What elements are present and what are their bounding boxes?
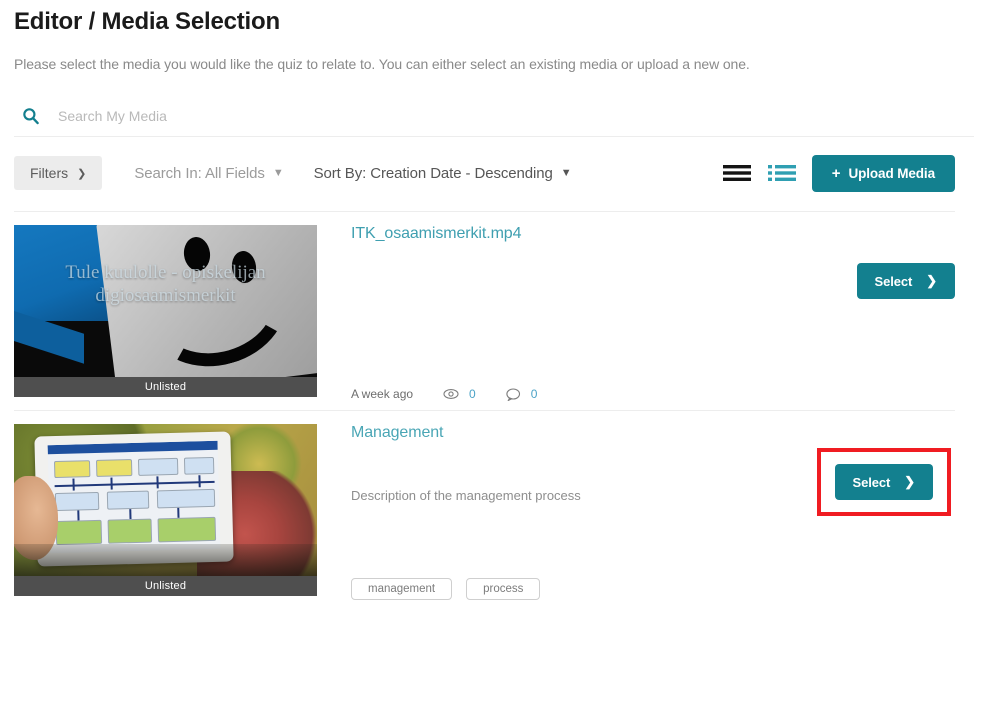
filters-label: Filters	[30, 165, 69, 181]
media-details: ITK_osaamismerkit.mp4 A week ago 0 0 Sel…	[317, 225, 955, 401]
media-selection-page: Editor / Media Selection Please select t…	[0, 0, 988, 713]
media-list: Tule kuulolle - opiskelijan digiosaamism…	[14, 211, 974, 609]
plus-icon: +	[831, 164, 841, 182]
views-stat: 0	[443, 387, 476, 401]
upload-media-label: Upload Media	[848, 165, 935, 181]
search-in-label: Search In: All Fields	[134, 164, 265, 182]
comments-count: 0	[530, 387, 538, 401]
table-view-icon[interactable]	[722, 163, 751, 183]
media-title[interactable]: ITK_osaamismerkit.mp4	[351, 225, 955, 243]
select-button-container: Select ❯	[856, 263, 955, 299]
views-count: 0	[469, 387, 476, 401]
media-meta: A week ago 0 0	[351, 387, 537, 401]
filter-bar-actions: + Upload Media	[722, 152, 955, 194]
sort-by-dropdown[interactable]: Sort By: Creation Date - Descending ▼	[314, 165, 572, 182]
select-label: Select	[874, 273, 913, 289]
media-list-item: Unlisted Management Description of the m…	[14, 410, 955, 609]
upload-media-button[interactable]: + Upload Media	[811, 154, 955, 192]
media-details: Management Description of the management…	[317, 424, 955, 600]
select-label: Select	[852, 474, 891, 490]
media-list-item: Tule kuulolle - opiskelijan digiosaamism…	[14, 211, 955, 410]
chevron-right-icon: ❯	[904, 474, 915, 489]
comments-stat: 0	[506, 387, 538, 401]
chevron-down-icon: ▼	[272, 167, 284, 179]
eye-icon	[443, 389, 459, 399]
tag-list: management process	[351, 578, 541, 600]
comment-icon	[506, 387, 520, 401]
search-input[interactable]	[58, 108, 458, 124]
privacy-badge: Unlisted	[14, 377, 317, 397]
sort-by-label: Sort By: Creation Date - Descending	[313, 164, 553, 182]
page-title: Editor / Media Selection	[14, 8, 280, 35]
chevron-right-icon: ❯	[77, 167, 87, 180]
thumbnail-image: Tule kuulolle - opiskelijan digiosaamism…	[14, 225, 317, 397]
search-bar	[14, 107, 974, 137]
media-thumbnail[interactable]: Unlisted	[14, 424, 317, 596]
media-title[interactable]: Management	[351, 424, 955, 442]
tag-item[interactable]: management	[351, 578, 453, 600]
search-in-dropdown[interactable]: Search In: All Fields ▼	[134, 165, 283, 182]
created-date: A week ago	[351, 387, 414, 401]
select-button[interactable]: Select ❯	[856, 263, 955, 299]
thumbnail-image	[14, 424, 317, 596]
page-subtitle: Please select the media you would like t…	[14, 56, 750, 72]
select-button[interactable]: Select ❯	[834, 464, 933, 500]
view-toggle-group	[722, 163, 796, 183]
media-thumbnail[interactable]: Tule kuulolle - opiskelijan digiosaamism…	[14, 225, 317, 397]
detail-view-icon[interactable]	[767, 163, 796, 183]
privacy-badge: Unlisted	[14, 576, 317, 596]
search-icon[interactable]	[22, 107, 40, 125]
filter-bar: Filters ❯ Search In: All Fields ▼ Sort B…	[14, 152, 974, 194]
tag-item[interactable]: process	[466, 578, 541, 600]
chevron-down-icon: ▼	[560, 167, 572, 179]
filters-button[interactable]: Filters ❯	[14, 156, 103, 190]
thumbnail-overlay-text: Tule kuulolle - opiskelijan digiosaamism…	[65, 262, 266, 306]
select-button-container-highlighted: Select ❯	[816, 448, 951, 516]
chevron-right-icon: ❯	[926, 273, 937, 288]
